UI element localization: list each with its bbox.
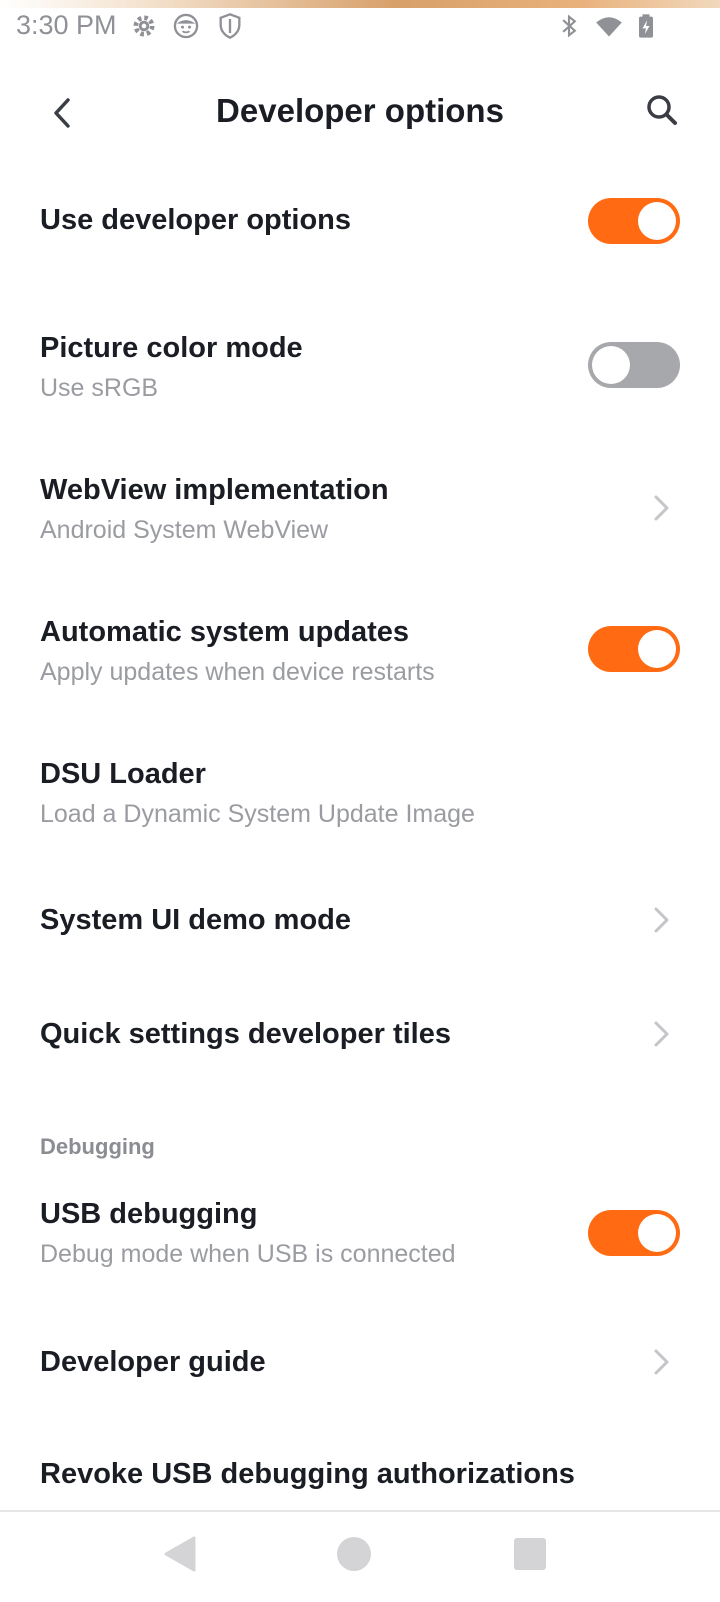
setting-title: Revoke USB debugging authorizations xyxy=(40,1458,575,1490)
setting-usb-debugging[interactable]: USB debugging Debug mode when USB is con… xyxy=(0,1188,720,1288)
setting-subtitle: Android System WebView xyxy=(40,516,329,544)
setting-automatic-system-updates[interactable]: Automatic system updates Apply updates w… xyxy=(0,604,720,704)
usb-debugging-toggle[interactable] xyxy=(588,1210,680,1256)
status-bar: 3:30 PM xyxy=(0,6,720,46)
setting-quick-settings-developer-tiles[interactable]: Quick settings developer tiles xyxy=(0,1004,720,1074)
section-header-debugging: Debugging xyxy=(40,1134,155,1159)
chevron-right-icon xyxy=(652,906,672,934)
setting-subtitle: Debug mode when USB is connected xyxy=(40,1240,456,1268)
setting-title: System UI demo mode xyxy=(40,904,352,936)
wifi-icon xyxy=(595,12,623,40)
setting-title: Use developer options xyxy=(40,204,352,236)
setting-title: DSU Loader xyxy=(40,758,206,790)
setting-subtitle: Load a Dynamic System Update Image xyxy=(40,800,475,828)
shield-icon xyxy=(216,12,244,40)
setting-webview-implementation[interactable]: WebView implementation Android System We… xyxy=(0,462,720,562)
setting-revoke-usb-authorizations[interactable]: Revoke USB debugging authorizations xyxy=(0,1446,720,1510)
setting-system-ui-demo-mode[interactable]: System UI demo mode xyxy=(0,890,720,960)
nav-recents-icon[interactable] xyxy=(510,1534,550,1574)
toggle-knob xyxy=(592,346,630,384)
status-time: 3:30 PM xyxy=(16,10,117,40)
setting-title: Quick settings developer tiles xyxy=(40,1018,451,1050)
search-icon xyxy=(647,95,677,125)
chevron-right-icon xyxy=(652,1020,672,1048)
setting-title: Developer guide xyxy=(40,1346,266,1378)
app-bar: Developer options xyxy=(0,70,720,160)
picture-color-mode-toggle[interactable] xyxy=(588,342,680,388)
automatic-system-updates-toggle[interactable] xyxy=(588,626,680,672)
setting-subtitle: Apply updates when device restarts xyxy=(40,658,435,686)
setting-title: Picture color mode xyxy=(40,332,303,364)
bluetooth-icon xyxy=(555,12,583,40)
chevron-right-icon xyxy=(652,494,672,522)
setting-title: Automatic system updates xyxy=(40,616,410,648)
search-button[interactable] xyxy=(644,92,680,128)
setting-dsu-loader[interactable]: DSU Loader Load a Dynamic System Update … xyxy=(0,746,720,846)
use-developer-options-toggle[interactable] xyxy=(588,198,680,244)
setting-title: USB debugging xyxy=(40,1198,258,1230)
toggle-knob xyxy=(638,630,676,668)
setting-title: WebView implementation xyxy=(40,474,389,506)
nav-home-icon[interactable] xyxy=(334,1534,374,1574)
chevron-right-icon xyxy=(652,1348,672,1376)
navigation-bar xyxy=(0,1510,720,1602)
settings-gear-icon xyxy=(130,12,158,40)
face-icon xyxy=(172,12,200,40)
setting-developer-guide[interactable]: Developer guide xyxy=(0,1332,720,1402)
setting-subtitle: Use sRGB xyxy=(40,374,159,402)
setting-use-developer-options[interactable]: Use developer options xyxy=(0,180,720,270)
battery-charging-icon xyxy=(632,12,660,40)
toggle-knob xyxy=(638,1214,676,1252)
page-title: Developer options xyxy=(216,92,504,129)
nav-back-icon[interactable] xyxy=(160,1534,200,1574)
setting-picture-color-mode[interactable]: Picture color mode Use sRGB xyxy=(0,320,720,420)
toggle-knob xyxy=(638,202,676,240)
